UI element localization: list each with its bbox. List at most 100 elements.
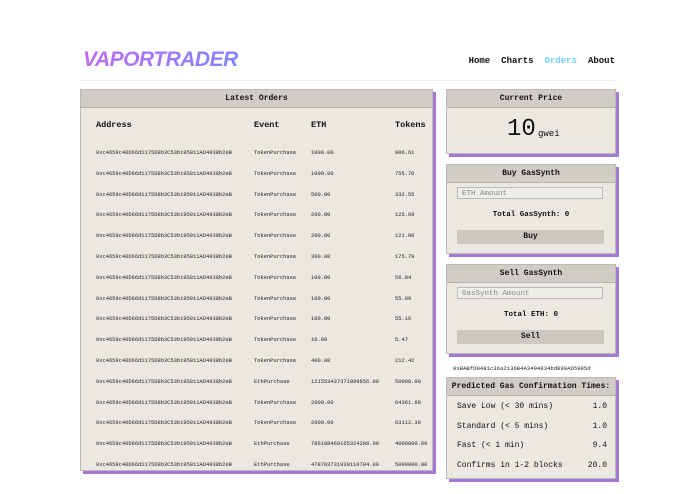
- row-address: 0xc4659c40D66d1175D8b3C53b195911AD4938b2…: [96, 150, 232, 156]
- table-row: 0xc4659c40D66d1175D8b3C53b195911AD4938b2…: [81, 184, 432, 205]
- row-eth: 100.00: [311, 295, 331, 302]
- gas-row-value: 1.0: [592, 421, 607, 431]
- table-row: 0xc4659c40D66d1175D8b3C53b195911AD4938b2…: [81, 308, 432, 329]
- row-event: TokenPurchase: [254, 253, 297, 260]
- row-address: 0xc4659c40D66d1175D8b3C53b195911AD4938b2…: [96, 357, 232, 364]
- gas-row-value: 20.0: [587, 460, 607, 470]
- row-event: EthPurchase: [254, 378, 290, 385]
- gas-row: Fast (< 1 min) 9.4: [447, 435, 615, 455]
- row-eth: 786188469165324288.00: [311, 441, 379, 448]
- price-unit: gwei: [538, 129, 560, 139]
- eth-amount-input[interactable]: ETH Amount: [457, 187, 603, 199]
- main-nav: Home Charts Orders About: [469, 56, 615, 66]
- col-address: Address: [96, 120, 132, 130]
- table-row: 0xc4659c40D66d1175D8b3C53b195911AD4938b2…: [81, 392, 432, 413]
- gas-row-label: Save Low (< 30 mins): [457, 402, 554, 411]
- total-eth: Total ETH: 0: [503, 311, 558, 319]
- row-event: TokenPurchase: [254, 150, 297, 156]
- row-eth: 1000.00: [311, 150, 334, 156]
- gas-prediction-panel: Predicted Gas Confirmation Times: Save L…: [446, 377, 616, 479]
- current-price-title: Current Price: [447, 90, 615, 108]
- row-eth: 478703731939110784.00: [311, 461, 379, 468]
- table-row: 0xc4659c40D66d1175D8b3C53b195911AD4938b2…: [81, 412, 432, 433]
- row-tokens: 4000000.00: [395, 441, 428, 448]
- gassynth-amount-input[interactable]: GasSynth Amount: [457, 287, 603, 299]
- latest-orders-title: Latest Orders: [81, 90, 432, 108]
- row-tokens: 5.47: [395, 337, 408, 344]
- gas-row-label: Fast (< 1 min): [457, 441, 525, 450]
- orders-table-header: Address Event ETH Tokens: [81, 108, 432, 142]
- gas-row: Confirms in 1-2 blocks 20.0: [447, 455, 615, 475]
- buy-button[interactable]: Buy: [457, 230, 604, 244]
- row-eth: 100.00: [311, 274, 331, 281]
- row-tokens: 5000000.00: [395, 461, 428, 468]
- nav-home[interactable]: Home: [469, 56, 491, 66]
- row-eth: 2000.00: [311, 420, 334, 427]
- gas-prediction-list: Save Low (< 30 mins) 1.0 Standard (< 5 min…: [447, 396, 615, 474]
- table-row: 0xc4659c40D66d1175D8b3C53b195911AD4938b2…: [81, 246, 432, 267]
- row-address: 0xc4659c40D66d1175D8b3C53b195911AD4938b2…: [96, 399, 232, 406]
- row-event: TokenPurchase: [254, 274, 297, 281]
- gas-row-value: 1.0: [592, 402, 607, 411]
- row-eth: 1000.00: [311, 170, 334, 177]
- nav-charts[interactable]: Charts: [501, 56, 533, 66]
- table-row: 0xc4659c40D66d1175D8b3C53b195911AD4938b2…: [81, 454, 432, 470]
- row-tokens: 63112.30: [395, 420, 421, 427]
- sell-button[interactable]: Sell: [457, 330, 604, 344]
- table-row: 0xc4659c40D66d1175D8b3C53b195911AD4938b2…: [81, 142, 432, 163]
- table-row: 0xc4659c40D66d1175D8b3C53b195911AD4938b2…: [81, 204, 432, 225]
- row-address: 0xc4659c40D66d1175D8b3C53b195911AD4938b2…: [96, 274, 232, 281]
- gas-row-value: 9.4: [592, 441, 607, 450]
- table-row: 0xc4659c40D66d1175D8b3C53b195911AD4938b2…: [81, 350, 432, 371]
- table-row: 0xc4659c40D66d1175D8b3C53b195911AD4938b2…: [81, 288, 432, 309]
- row-event: TokenPurchase: [254, 316, 297, 323]
- row-tokens: 55.99: [395, 295, 412, 302]
- total-gassynth: Total GasSynth: 0: [492, 211, 570, 219]
- table-row: 0xc4659c40D66d1175D8b3C53b195911AD4938b2…: [81, 329, 432, 350]
- row-address: 0xc4659c40D66d1175D8b3C53b195911AD4938b2…: [96, 316, 232, 323]
- orders-table-body: 0xc4659c40D66d1175D8b3C53b195911AD4938b2…: [81, 142, 432, 470]
- col-eth: ETH: [311, 120, 327, 130]
- price-value: 10: [507, 116, 536, 143]
- sell-gassynth-panel: Sell GasSynth GasSynth Amount Total ETH:…: [446, 264, 616, 354]
- gas-row: Standard (< 5 mins) 1.0: [447, 416, 615, 436]
- row-eth: 500.00: [311, 191, 331, 198]
- gas-row-label: Standard (< 5 mins): [457, 421, 549, 431]
- row-address: 0xc4659c40D66d1175D8b3C53b195911AD4938b2…: [96, 253, 232, 260]
- row-tokens: 212.42: [395, 357, 415, 364]
- row-address: 0xc4659c40D66d1175D8b3C53b195911AD4938b2…: [96, 337, 232, 344]
- nav-about[interactable]: About: [588, 56, 615, 66]
- row-event: TokenPurchase: [254, 170, 297, 177]
- row-tokens: 175.79: [395, 253, 415, 260]
- vaportrader-logo[interactable]: VAPORTRADER: [83, 48, 238, 72]
- col-tokens: Tokens: [395, 120, 426, 130]
- row-tokens: 121.80: [395, 233, 415, 240]
- row-address: 0xc4659c40D66d1175D8b3C53b195911AD4938b2…: [96, 191, 232, 198]
- row-address: 0xc4659c40D66d1175D8b3C53b195911AD4938b2…: [96, 441, 232, 448]
- table-row: 0xc4659c40D66d1175D8b3C53b195911AD4938b2…: [81, 225, 432, 246]
- row-tokens: 125.69: [395, 212, 415, 219]
- col-event: Event: [254, 120, 280, 130]
- row-tokens: 755.70: [395, 170, 415, 177]
- row-eth: 200.00: [311, 212, 331, 219]
- row-address: 0xc4659c40D66d1175D8b3C53b195911AD4938b2…: [96, 461, 232, 468]
- row-event: EthPurchase: [254, 441, 290, 448]
- table-row: 0xc4659c40D66d1175D8b3C53b195911AD4938b2…: [81, 267, 432, 288]
- row-address: 0xc4659c40D66d1175D8b3C53b195911AD4938b2…: [96, 212, 232, 219]
- current-price-panel: Current Price 10 gwei: [446, 89, 616, 154]
- buy-title: Buy GasSynth: [447, 165, 615, 183]
- nav-orders[interactable]: Orders: [545, 56, 577, 66]
- row-event: TokenPurchase: [254, 295, 297, 302]
- row-eth: 100.00: [311, 316, 331, 323]
- row-address: 0xc4659c40D66d1175D8b3C53b195911AD4938b2…: [96, 295, 232, 302]
- row-tokens: 64361.69: [395, 399, 421, 406]
- row-eth: 400.00: [311, 357, 331, 364]
- row-event: TokenPurchase: [254, 191, 297, 198]
- row-event: TokenPurchase: [254, 420, 297, 427]
- row-event: TokenPurchase: [254, 399, 297, 406]
- gas-prediction-title: Predicted Gas Confirmation Times:: [447, 378, 615, 396]
- row-event: TokenPurchase: [254, 233, 297, 240]
- row-tokens: 50000.00: [395, 378, 421, 385]
- sell-title: Sell GasSynth: [447, 265, 615, 283]
- row-address: 0xc4659c40D66d1175D8b3C53b195911AD4938b2…: [96, 420, 232, 427]
